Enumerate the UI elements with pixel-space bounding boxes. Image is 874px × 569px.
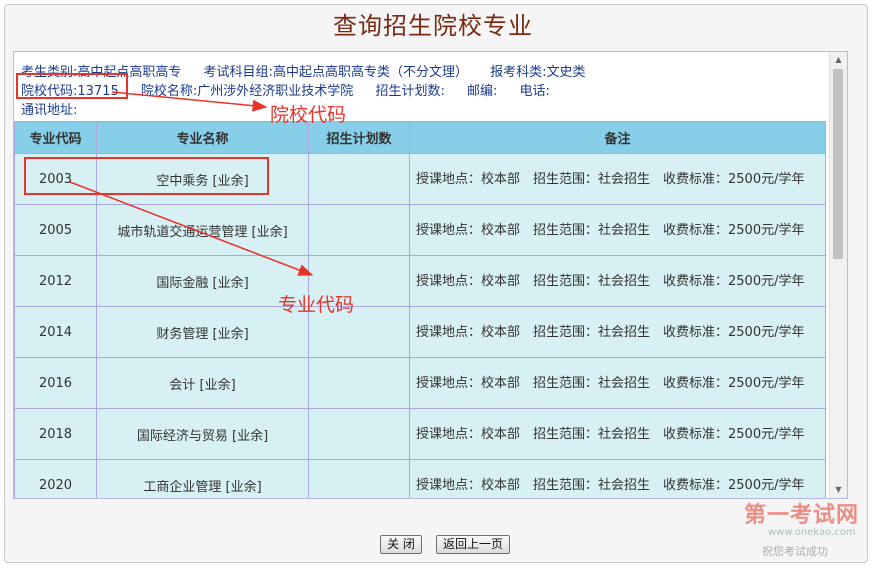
watermark-logo: 第一考试网 www.onekao.com 祝您考试成功 (742, 497, 870, 563)
watermark-slogan: 祝您考试成功 (762, 545, 828, 558)
annotation-arrows (69, 91, 314, 276)
watermark-name: 第一考试网 (744, 503, 860, 528)
major-code-arrow (69, 181, 314, 276)
watermark-url: www.onekao.com (768, 527, 856, 538)
school-code-arrow (111, 91, 268, 112)
